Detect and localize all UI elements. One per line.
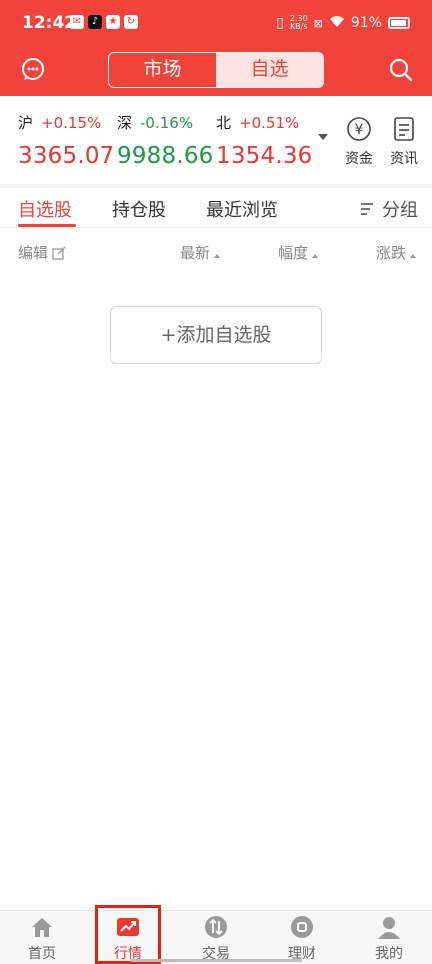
- column-latest[interactable]: 最新: [180, 242, 221, 263]
- home-icon: [32, 918, 52, 937]
- profile-icon: [378, 917, 400, 939]
- app-header: 12:42 ✉ ♪ ★ ↻ ▯ 2.30 KB/s ⊠ 91% 市场 自选: [0, 0, 432, 96]
- nav-profile[interactable]: 我的: [349, 911, 429, 964]
- edit-icon: [52, 246, 66, 260]
- index-name: 沪: [18, 114, 34, 132]
- index-beijing[interactable]: 北 +0.51% 1354.36: [216, 112, 313, 169]
- add-watchlist-button[interactable]: +添加自选股: [110, 306, 322, 364]
- group-label: 分组: [382, 200, 418, 221]
- tab-recent[interactable]: 最近浏览: [206, 196, 278, 222]
- news-label: 资讯: [390, 151, 418, 167]
- mail-notification-icon: ✉: [70, 15, 84, 29]
- tab-holdings[interactable]: 持仓股: [112, 196, 166, 222]
- system-icons: ▯ 2.30 KB/s ⊠ 91%: [276, 14, 410, 32]
- network-speed: 2.30 KB/s: [290, 15, 308, 31]
- wealth-icon: [291, 916, 313, 938]
- index-shanghai[interactable]: 沪 +0.15% 3365.07: [18, 112, 115, 169]
- column-range-label: 幅度: [278, 244, 309, 262]
- tab-watchlist-stocks[interactable]: 自选股: [18, 196, 72, 222]
- home-indicator: [130, 959, 302, 962]
- search-icon[interactable]: [388, 57, 414, 83]
- wifi-icon: [329, 14, 345, 32]
- tab-watchlist[interactable]: 自选: [216, 53, 323, 87]
- sort-icon: [214, 253, 221, 258]
- index-shenzhen[interactable]: 深 -0.16% 9988.66: [117, 112, 214, 169]
- header-nav: 市场 自选: [0, 48, 432, 94]
- funds-label: 资金: [345, 151, 373, 167]
- highlight-box: [95, 905, 161, 964]
- tab-market[interactable]: 市场: [109, 53, 216, 87]
- trade-swap-icon: [205, 916, 227, 938]
- bottom-nav: 首页 行情 交易 理财 我的: [0, 910, 432, 964]
- nav-home[interactable]: 首页: [2, 911, 82, 964]
- column-change-label: 涨跌: [376, 244, 407, 262]
- sort-icon: [312, 253, 319, 258]
- group-button[interactable]: 分组: [360, 196, 418, 222]
- index-change-pct: -0.16%: [140, 114, 194, 132]
- nav-trade[interactable]: 交易: [176, 911, 256, 964]
- nav-profile-label: 我的: [375, 946, 403, 962]
- index-value: 1354.36: [216, 143, 313, 169]
- stock-tabs: 自选股 持仓股 最近浏览 分组: [0, 188, 432, 228]
- column-range[interactable]: 幅度: [278, 242, 319, 263]
- battery-percent: 91%: [350, 15, 382, 31]
- funds-button[interactable]: ¥ 资金: [339, 116, 379, 168]
- column-change[interactable]: 涨跌: [376, 242, 417, 263]
- sync-notification-icon: ↻: [124, 15, 138, 29]
- svg-text:¥: ¥: [355, 122, 364, 138]
- news-document-icon: [394, 117, 414, 141]
- status-time: 12:42: [22, 13, 77, 33]
- index-strip: 沪 +0.15% 3365.07 深 -0.16% 9988.66 北 +0.51% …: [0, 96, 432, 184]
- index-change-pct: +0.51%: [239, 114, 300, 132]
- index-name: 深: [117, 114, 133, 132]
- sort-icon: [410, 253, 417, 258]
- status-bar: 12:42 ✉ ♪ ★ ↻ ▯ 2.30 KB/s ⊠ 91%: [0, 0, 432, 48]
- list-group-icon: [361, 203, 373, 215]
- market-watchlist-switch: 市场 自选: [108, 52, 324, 88]
- network-speed-unit: KB/s: [289, 22, 308, 31]
- edit-button[interactable]: 编辑: [18, 242, 66, 263]
- message-icon[interactable]: [20, 56, 46, 82]
- app-notification-icon: ★: [106, 15, 120, 29]
- tiktok-notification-icon: ♪: [88, 15, 102, 29]
- edit-label: 编辑: [18, 244, 49, 262]
- nav-home-label: 首页: [28, 946, 56, 962]
- index-change-pct: +0.15%: [41, 114, 102, 132]
- nav-wealth[interactable]: 理财: [262, 911, 342, 964]
- column-latest-label: 最新: [180, 244, 211, 262]
- vibrate-icon: ▯: [276, 15, 284, 31]
- index-name: 北: [216, 114, 232, 132]
- yuan-circle-icon: ¥: [347, 117, 371, 141]
- index-value: 3365.07: [18, 143, 115, 169]
- index-value: 9988.66: [117, 143, 214, 169]
- notification-icons: ✉ ♪ ★ ↻: [70, 15, 138, 29]
- battery-icon: [388, 17, 410, 29]
- no-sim-icon: ⊠: [313, 16, 323, 30]
- column-headers: 编辑 最新 幅度 涨跌: [0, 228, 432, 272]
- chevron-down-icon[interactable]: [318, 134, 328, 140]
- active-tab-indicator: [18, 224, 76, 227]
- news-button[interactable]: 资讯: [384, 116, 424, 168]
